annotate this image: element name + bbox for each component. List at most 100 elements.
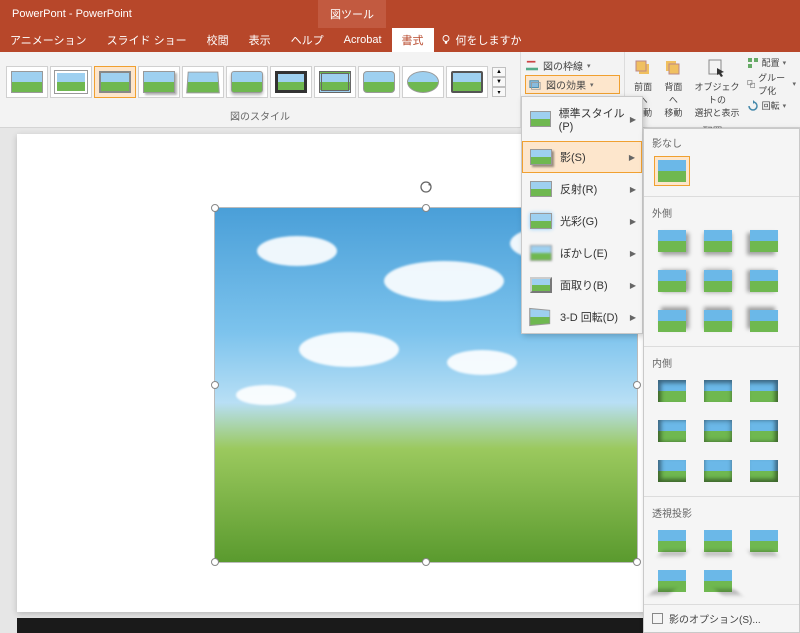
shadow-persp-4[interactable] [654,566,690,596]
picture-effects-dropdown[interactable]: 図の効果 ▾ [525,75,620,94]
slide-edge-shadow [17,618,647,633]
shadow-persp-1[interactable] [654,526,690,556]
rotate-handle-icon [419,180,433,194]
tab-help[interactable]: ヘルプ [281,28,334,52]
ribbon-tabs: アニメーション スライド ショー 校閲 表示 ヘルプ Acrobat 書式 何を… [0,28,800,52]
shadow-outer-8[interactable] [700,306,736,336]
chevron-down-icon: ▾ [590,81,594,89]
style-thumb-9[interactable] [358,66,400,98]
group-icon [747,78,755,90]
effects-item-softedge[interactable]: ぼかし(E)▶ [522,237,642,269]
softedge-icon [530,245,552,261]
tab-review[interactable]: 校閲 [197,28,239,52]
group-dropdown[interactable]: グループ化▾ [747,71,796,97]
shadow-gallery: 影なし 外側 内側 [643,128,800,633]
selection-pane-icon [707,58,727,78]
resize-handle-w[interactable] [211,381,219,389]
ribbon: ▲ ▼ ▾ 図のスタイル 図の枠線 ▾ 図の効果 ▾ 前面へ 移動 背面 [0,52,800,128]
rotate-icon [747,100,759,112]
resize-handle-s[interactable] [422,558,430,566]
tab-acrobat[interactable]: Acrobat [334,28,392,52]
shadow-persp-2[interactable] [700,526,736,556]
send-backward-button[interactable]: 背面へ 移動 [659,56,687,121]
style-thumb-3[interactable] [94,66,136,98]
tab-view[interactable]: 表示 [239,28,281,52]
shadow-inner-4[interactable] [654,416,690,446]
styles-scroll-down[interactable]: ▼ [492,77,506,87]
style-thumb-4[interactable] [138,66,180,98]
style-thumb-7[interactable] [270,66,312,98]
shadow-inner-7[interactable] [654,456,690,486]
style-thumb-11[interactable] [446,66,488,98]
shadow-outer-5[interactable] [700,266,736,296]
lightbulb-icon [440,34,452,46]
chevron-down-icon: ▾ [587,62,591,70]
pencil-icon [525,60,539,72]
shadow-inner-8[interactable] [700,456,736,486]
app-title: PowerPont - PowerPoint [0,8,132,20]
preset-icon [530,111,551,127]
picture-styles-group: ▲ ▼ ▾ 図のスタイル [0,52,521,127]
shadow-inner-6[interactable] [746,416,782,446]
selection-pane-button[interactable]: オブジェクトの 選択と表示 [689,56,744,121]
effects-item-reflection[interactable]: 反射(R)▶ [522,173,642,205]
resize-handle-sw[interactable] [211,558,219,566]
shadow-outer-1[interactable] [654,226,690,256]
styles-group-label: 図のスタイル [0,106,520,127]
style-thumb-2[interactable] [50,66,92,98]
rotate-handle[interactable] [419,180,433,194]
shadow-options-button[interactable]: 影のオプション(S)... [644,604,799,632]
resize-handle-e[interactable] [633,381,641,389]
shadow-none[interactable] [654,156,690,186]
style-thumb-6[interactable] [226,66,268,98]
glow-icon [530,213,552,229]
styles-gallery-spinner: ▲ ▼ ▾ [492,67,506,97]
chevron-right-icon: ▶ [630,185,636,194]
tab-format[interactable]: 書式 [392,28,434,52]
effects-icon [528,79,542,91]
shadow-persp-3[interactable] [746,526,782,556]
shadow-inner-5[interactable] [700,416,736,446]
arrange-group: 前面へ 移動 背面へ 移動 オブジェクトの 選択と表示 配置▾ グループ化▾ [625,52,800,127]
tell-me-search[interactable]: 何をしますか [440,32,522,48]
effects-item-3drotation[interactable]: 3-D 回転(D)▶ [522,301,642,333]
style-thumb-1[interactable] [6,66,48,98]
shadow-inner-2[interactable] [700,376,736,406]
shadow-outer-3[interactable] [746,226,782,256]
resize-handle-n[interactable] [422,204,430,212]
styles-expand[interactable]: ▾ [492,87,506,97]
style-thumb-10[interactable] [402,66,444,98]
align-dropdown[interactable]: 配置▾ [747,56,796,69]
shadow-icon [530,149,552,165]
style-thumb-5[interactable] [182,66,224,98]
picture-border-dropdown[interactable]: 図の枠線 ▾ [525,56,620,75]
shadow-outer-4[interactable] [654,266,690,296]
bevel-icon [530,277,552,293]
send-backward-icon [663,58,683,78]
tab-slideshow[interactable]: スライド ショー [97,28,197,52]
shadow-persp-5[interactable] [700,566,736,596]
chevron-right-icon: ▶ [630,313,636,322]
shadow-outer-7[interactable] [654,306,690,336]
shadow-outer-9[interactable] [746,306,782,336]
effects-item-preset[interactable]: 標準スタイル(P)▶ [522,97,642,141]
shadow-outer-6[interactable] [746,266,782,296]
tab-animation[interactable]: アニメーション [0,28,97,52]
chevron-right-icon: ▶ [630,115,636,124]
effects-item-shadow[interactable]: 影(S)▶ [522,141,642,173]
resize-handle-nw[interactable] [211,204,219,212]
picture-effects-menu: 標準スタイル(P)▶ 影(S)▶ 反射(R)▶ 光彩(G)▶ ぼかし(E)▶ 面… [521,96,643,334]
style-thumb-8[interactable] [314,66,356,98]
rotate-dropdown[interactable]: 回転▾ [747,99,796,112]
chevron-right-icon: ▶ [630,217,636,226]
shadow-outer-2[interactable] [700,226,736,256]
shadow-inner-label: 内側 [644,349,799,372]
shadow-inner-1[interactable] [654,376,690,406]
styles-scroll-up[interactable]: ▲ [492,67,506,77]
chevron-right-icon: ▶ [630,249,636,258]
effects-item-glow[interactable]: 光彩(G)▶ [522,205,642,237]
shadow-inner-3[interactable] [746,376,782,406]
shadow-inner-9[interactable] [746,456,782,486]
resize-handle-se[interactable] [633,558,641,566]
effects-item-bevel[interactable]: 面取り(B)▶ [522,269,642,301]
